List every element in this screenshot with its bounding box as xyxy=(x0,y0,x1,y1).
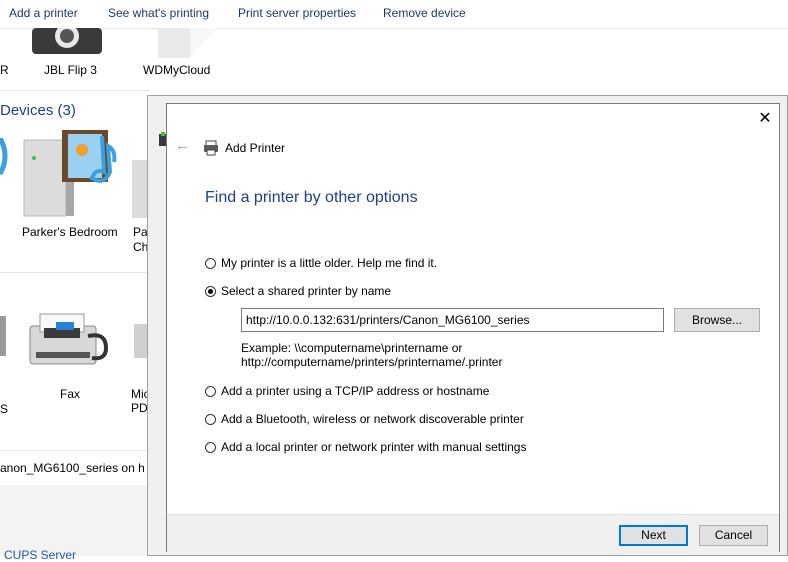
radio-button[interactable] xyxy=(205,257,216,269)
printer-icon xyxy=(204,140,218,156)
print-server-properties-button[interactable]: Print server properties xyxy=(238,6,356,20)
radio-button[interactable] xyxy=(205,441,216,453)
option-bluetooth-wireless[interactable]: Add a Bluetooth, wireless or network dis… xyxy=(205,410,524,428)
printer-label-fax: Fax xyxy=(60,387,81,401)
printer-icon-partial[interactable] xyxy=(0,312,8,360)
cancel-button[interactable]: Cancel xyxy=(699,525,768,546)
device-label-parkers-bedroom: Parker's Bedroom xyxy=(22,225,118,239)
add-printer-dialog: ✕ ← Add Printer Find a printer by other … xyxy=(166,103,780,552)
details-pane xyxy=(0,485,160,556)
option-older-printer[interactable]: My printer is a little older. Help me fi… xyxy=(205,254,437,272)
back-arrow-icon[interactable]: ← xyxy=(175,137,190,154)
option-label: Select a shared printer by name xyxy=(221,284,392,298)
dialog-title: Add Printer xyxy=(225,141,286,155)
next-button[interactable]: Next xyxy=(619,525,688,546)
example-text: Example: \\computername\printername or h… xyxy=(241,341,502,369)
network-drive-icon[interactable] xyxy=(150,28,220,62)
see-whats-printing-button[interactable]: See what's printing xyxy=(108,6,209,20)
device-label: R xyxy=(0,63,9,77)
option-shared-printer-by-name[interactable]: Select a shared printer by name xyxy=(205,282,391,300)
cups-server-link[interactable]: CUPS Server xyxy=(4,548,76,562)
browse-button[interactable]: Browse... xyxy=(674,308,760,332)
fax-icon[interactable] xyxy=(26,308,110,370)
option-local-printer[interactable]: Add a local printer or network printer w… xyxy=(205,438,526,456)
option-label: Add a Bluetooth, wireless or network dis… xyxy=(221,412,524,426)
dialog-footer: Next Cancel xyxy=(167,514,779,552)
close-button[interactable]: ✕ xyxy=(753,108,777,130)
status-text: anon_MG6100_series on h xyxy=(0,461,145,475)
printer-label-partial: S xyxy=(0,402,9,416)
remove-device-button[interactable]: Remove device xyxy=(383,6,466,20)
shared-printer-url-field[interactable]: http://10.0.0.132:631/printers/Canon_MG6… xyxy=(241,308,664,332)
option-label: Add a printer using a TCP/IP address or … xyxy=(221,384,490,398)
option-tcpip[interactable]: Add a printer using a TCP/IP address or … xyxy=(205,382,489,400)
media-server-icon[interactable] xyxy=(20,128,120,220)
devices-section-title[interactable]: Devices (3) xyxy=(0,102,76,119)
page-heading: Find a printer by other options xyxy=(205,189,418,206)
add-a-printer-button[interactable]: Add a printer xyxy=(9,6,78,20)
selected-printer-status: anon_MG6100_series on h xyxy=(0,451,150,485)
command-bar: Add a printer See what's printing Print … xyxy=(0,0,788,29)
option-label: My printer is a little older. Help me fi… xyxy=(221,256,438,270)
device-label-wdmycloud: WDMyCloud xyxy=(143,63,211,77)
radio-button[interactable] xyxy=(205,385,216,397)
example-line-2: http://computername/printers/printername… xyxy=(241,355,503,369)
radio-button-selected[interactable] xyxy=(205,285,216,297)
media-device-icon[interactable] xyxy=(0,138,12,178)
radio-button[interactable] xyxy=(205,413,216,425)
speaker-icon[interactable] xyxy=(30,28,104,58)
option-label: Add a local printer or network printer w… xyxy=(221,440,527,454)
device-label-jbl: JBL Flip 3 xyxy=(44,63,97,77)
example-line-1: Example: \\computername\printername or xyxy=(241,341,463,355)
